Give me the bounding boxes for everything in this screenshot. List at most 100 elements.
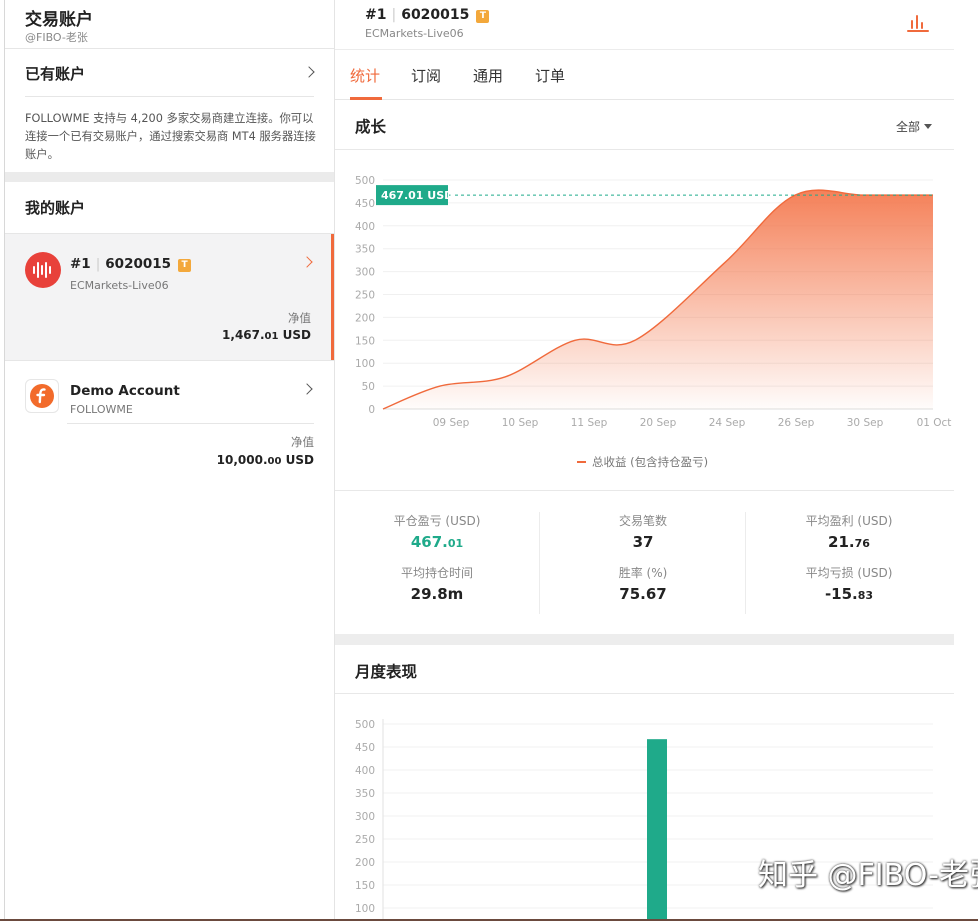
x-tick-label: 26 Sep [778, 417, 815, 429]
account-card-demo[interactable]: Demo Account FOLLOWME 净值 10,000.00 USD [5, 361, 334, 471]
tab-subscribe[interactable]: 订阅 [411, 65, 441, 86]
stat-avg-hold-time: 平均持仓时间 29.8m [337, 564, 537, 603]
divider [539, 512, 540, 614]
watermark: 知乎 @FIBO-老张 [758, 858, 978, 893]
x-tick-label: 01 Oct [917, 417, 952, 429]
caret-down-icon [924, 124, 932, 129]
y-tick-label: 500 [355, 719, 375, 731]
y-tick-label: 0 [368, 404, 375, 416]
stat-avg-loss: 平均亏损 (USD) -15.83 [749, 564, 949, 603]
legend-label[interactable]: 总收益 (包含持仓盈亏) [592, 455, 708, 469]
stat-value: -15.83 [824, 585, 874, 603]
stat-avg-profit: 平均盈利 (USD) 21.76 [749, 512, 949, 551]
account-broker: ECMarkets-Live06 [70, 279, 169, 292]
header-account-name: #1 | 6020015 T [365, 7, 490, 23]
y-tick-label: 200 [355, 857, 375, 869]
range-filter-select[interactable]: 全部 [896, 118, 932, 135]
bar-chart-icon[interactable] [907, 13, 929, 37]
monthly-bar [647, 739, 667, 921]
stat-label: 平均持仓时间 [400, 566, 473, 580]
y-tick-label: 150 [355, 335, 375, 347]
net-value-label: 净值 [291, 435, 314, 449]
divider [335, 490, 954, 491]
account-card-6020015[interactable]: #1 | 6020015 T ECMarkets-Live06 净值 1,467.01… [5, 234, 334, 360]
followme-logo-icon [25, 379, 59, 413]
y-tick-label: 350 [355, 788, 375, 800]
page-title: 交易账户 [25, 10, 93, 30]
my-accounts-title: 我的账户 [25, 199, 86, 217]
x-tick-label: 10 Sep [502, 417, 539, 429]
growth-area [383, 190, 933, 409]
divider [25, 96, 314, 97]
net-value-label: 净值 [288, 311, 311, 325]
stat-value: 467.01 [410, 533, 464, 551]
net-value: 1,467.01 USD [222, 328, 311, 342]
active-tab-indicator [350, 97, 382, 100]
stat-label: 平仓盈亏 (USD) [393, 514, 481, 528]
growth-chart: 0 50 100 150 200 250 300 350 400 450 500 09 Sep 10 … [355, 175, 952, 469]
accounts-sidebar: 交易账户 @FIBO-老张 已有账户 FOLLOWME 支持与 4,200 多家… [0, 0, 335, 921]
stat-value: 29.8m [410, 585, 464, 603]
y-tick-label: 100 [355, 903, 375, 915]
section-gap [5, 172, 334, 182]
stat-label: 平均盈利 (USD) [805, 514, 893, 528]
y-tick-label: 350 [355, 244, 375, 256]
x-tick-label: 30 Sep [847, 417, 884, 429]
chevron-right-icon [301, 256, 313, 268]
y-tick-label: 300 [355, 267, 375, 279]
y-tick-label: 500 [355, 175, 375, 187]
chevron-right-icon [301, 383, 313, 395]
divider [5, 48, 334, 49]
x-tick-label: 11 Sep [571, 417, 608, 429]
range-filter-value: 全部 [895, 120, 920, 134]
section-gap [335, 634, 954, 645]
tab-orders[interactable]: 订单 [535, 65, 565, 86]
x-tick-label: 20 Sep [640, 417, 677, 429]
account-id: 6020015 [105, 256, 172, 272]
stat-value: 37 [632, 533, 654, 551]
y-tick-label: 250 [355, 290, 375, 302]
y-tick-label: 450 [355, 742, 375, 754]
y-tick-label: 250 [355, 834, 375, 846]
account-number: #1 [70, 256, 91, 272]
y-tick-label: 200 [355, 312, 375, 324]
stat-closed-pnl: 平仓盈亏 (USD) 467.01 [337, 512, 537, 551]
y-tick-label: 300 [355, 811, 375, 823]
stat-trade-count: 交易笔数 37 [543, 512, 743, 551]
broker-logo-icon [25, 252, 61, 288]
y-tick-label: 150 [355, 880, 375, 892]
divider [745, 512, 746, 614]
monthly-title: 月度表现 [355, 663, 418, 681]
trader-badge: T [178, 259, 192, 272]
stat-label: 平均亏损 (USD) [805, 566, 893, 580]
growth-title: 成长 [355, 118, 387, 136]
net-value: 10,000.00 USD [216, 453, 314, 467]
page-subtitle: @FIBO-老张 [25, 31, 88, 44]
account-name: #1 | 6020015 T [70, 256, 192, 272]
x-tick-label: 24 Sep [709, 417, 746, 429]
stat-label: 胜率 (%) [618, 566, 668, 580]
stat-label: 交易笔数 [618, 514, 667, 528]
existing-account-desc: FOLLOWME 支持与 4,200 多家交易商建立连接。你可以连接一个已有交易… [25, 112, 316, 161]
header-broker: ECMarkets-Live06 [365, 27, 464, 40]
y-tick-label: 100 [355, 358, 375, 370]
current-value-label: 467.01 USD [381, 189, 453, 202]
account-number: #1 [365, 7, 387, 23]
stat-win-rate: 胜率 (%) 75.67 [543, 564, 743, 603]
tab-stats[interactable]: 统计 [350, 65, 380, 86]
y-tick-label: 400 [355, 765, 375, 777]
y-tick-label: 400 [355, 221, 375, 233]
account-detail: #1 | 6020015 T ECMarkets-Live06 统计 订阅 通用 订单… [335, 0, 954, 921]
stat-value: 21.76 [828, 533, 870, 551]
account-name: Demo Account [70, 383, 180, 399]
account-id: 6020015 [401, 7, 470, 23]
y-tick-label: 50 [362, 381, 375, 393]
trader-badge: T [476, 10, 490, 23]
account-broker: FOLLOWME [70, 403, 133, 416]
chevron-right-icon [303, 66, 315, 78]
divider [67, 423, 314, 424]
stat-value: 75.67 [619, 585, 667, 603]
y-tick-label: 450 [355, 198, 375, 210]
x-tick-label: 09 Sep [433, 417, 470, 429]
tab-general[interactable]: 通用 [473, 65, 503, 86]
